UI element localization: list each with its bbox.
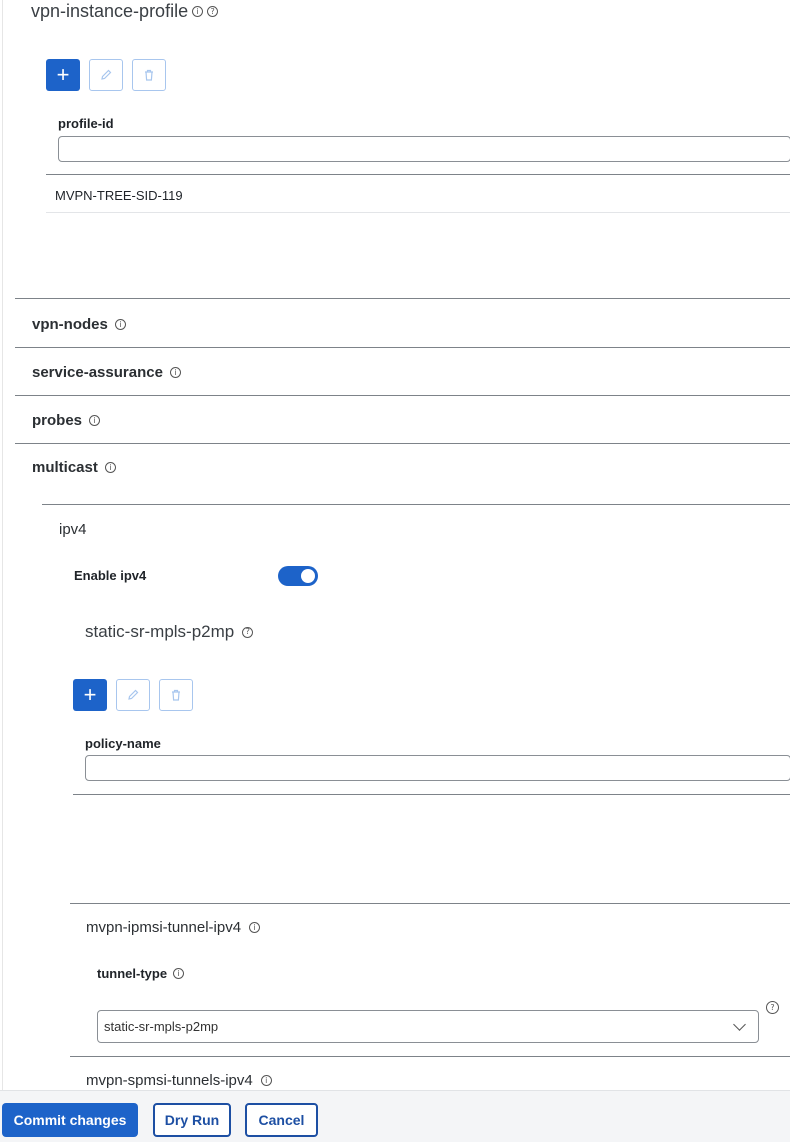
static-sr-title: static-sr-mpls-p2mp — [85, 622, 235, 641]
info-icon[interactable]: i — [260, 1075, 272, 1086]
enable-ipv4-toggle[interactable] — [278, 566, 318, 586]
section-divider — [15, 443, 790, 444]
info-icon[interactable]: i — [89, 415, 101, 426]
cancel-button[interactable]: Cancel — [245, 1103, 318, 1137]
vpn-nodes-label: vpn-nodes — [32, 316, 108, 333]
delete-profile-button[interactable] — [132, 59, 166, 91]
trash-icon — [145, 69, 153, 81]
info-icon[interactable]: i — [249, 922, 261, 933]
profile-id-filter-input[interactable] — [58, 136, 790, 162]
vpn-instance-profile-title: vpn-instance-profile — [31, 1, 189, 21]
info-icon[interactable]: i — [173, 968, 185, 979]
ipv4-title: ipv4 — [59, 521, 87, 538]
footer-action-bar: Commit changes Dry Run Cancel — [0, 1090, 790, 1142]
probes-label: probes — [32, 412, 83, 429]
spmsi-divider — [70, 1056, 790, 1057]
static-sr-header: static-sr-mpls-p2mp ? — [85, 622, 254, 642]
table-header-divider — [73, 794, 790, 795]
help-icon[interactable]: ? — [207, 6, 219, 17]
section-divider — [15, 395, 790, 396]
edit-profile-button[interactable] — [89, 59, 123, 91]
row-divider — [46, 212, 790, 213]
chevron-down-icon — [733, 1018, 746, 1031]
tunnel-type-select[interactable]: static-sr-mpls-p2mp — [97, 1010, 759, 1043]
plus-icon: + — [83, 682, 97, 707]
ipmsi-header[interactable]: mvpn-ipmsi-tunnel-ipv4 i — [86, 919, 261, 936]
plus-icon: + — [56, 62, 70, 87]
tunnel-type-label: tunnel-type — [97, 966, 168, 981]
info-icon[interactable]: i — [169, 367, 181, 378]
add-profile-button[interactable]: + — [46, 59, 80, 91]
info-icon[interactable]: i — [104, 462, 116, 473]
service-assurance-label: service-assurance — [32, 364, 163, 381]
help-icon[interactable]: ? — [766, 1001, 779, 1014]
ipv4-divider — [42, 504, 790, 505]
profile-id-column-label: profile-id — [58, 116, 114, 131]
policy-name-column-label: policy-name — [85, 736, 161, 751]
ipmsi-title: mvpn-ipmsi-tunnel-ipv4 — [86, 919, 242, 936]
pencil-icon — [128, 689, 139, 700]
help-icon[interactable]: ? — [242, 626, 254, 638]
info-icon[interactable]: i — [114, 319, 126, 330]
section-divider — [15, 298, 790, 299]
spmsi-title: mvpn-spmsi-tunnels-ipv4 — [86, 1072, 253, 1089]
tunnel-type-label-row: tunnel-type i — [97, 966, 185, 981]
vpn-nodes-section[interactable]: vpn-nodes i — [32, 316, 126, 333]
delete-policy-button[interactable] — [159, 679, 193, 711]
multicast-label: multicast — [32, 459, 98, 476]
info-icon[interactable]: i — [192, 6, 204, 17]
trash-icon — [172, 689, 180, 701]
ipmsi-divider — [70, 903, 790, 904]
commit-changes-button[interactable]: Commit changes — [2, 1103, 138, 1137]
service-assurance-section[interactable]: service-assurance i — [32, 364, 181, 381]
spmsi-header[interactable]: mvpn-spmsi-tunnels-ipv4 i — [86, 1072, 272, 1089]
policy-name-filter-input[interactable] — [85, 755, 790, 781]
toggle-knob — [301, 569, 315, 583]
table-header-divider — [46, 174, 790, 175]
enable-ipv4-label: Enable ipv4 — [74, 568, 147, 583]
dry-run-button[interactable]: Dry Run — [153, 1103, 231, 1137]
vpn-instance-profile-header: vpn-instance-profile i ? — [31, 1, 219, 22]
table-row[interactable]: MVPN-TREE-SID-119 — [55, 188, 183, 203]
pencil-icon — [101, 69, 112, 80]
tunnel-type-value: static-sr-mpls-p2mp — [104, 1019, 219, 1034]
config-panel: vpn-instance-profile i ? + profile-id MV… — [2, 0, 790, 1090]
multicast-section[interactable]: multicast i — [32, 459, 116, 476]
edit-policy-button[interactable] — [116, 679, 150, 711]
probes-section[interactable]: probes i — [32, 412, 101, 429]
add-policy-button[interactable]: + — [73, 679, 107, 711]
section-divider — [15, 347, 790, 348]
